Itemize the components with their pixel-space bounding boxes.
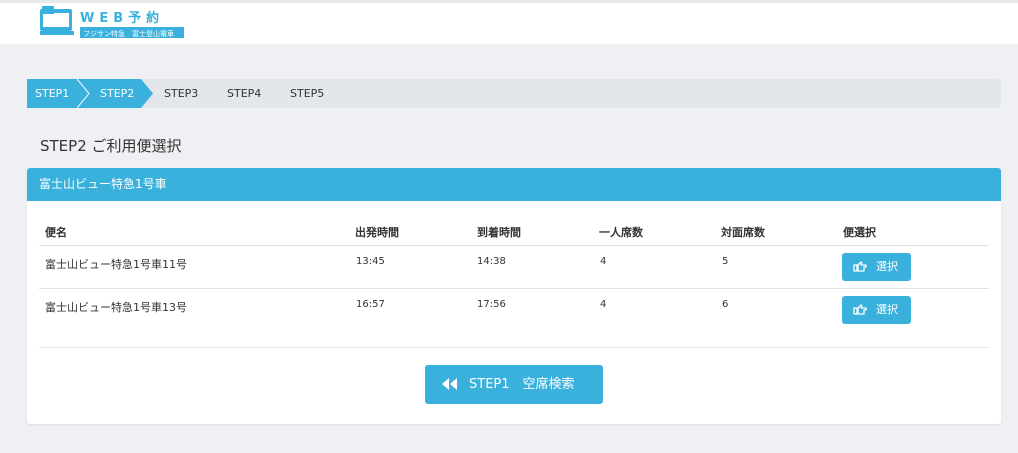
back-to-step1-button[interactable]: STEP1 空席検索 [425, 365, 603, 404]
column-header-single-seats: 一人席数 [599, 226, 643, 239]
select-train-button[interactable]: 選択 [842, 296, 911, 324]
svg-text:フジサン特急 富士登山電車: フジサン特急 富士登山電車 [83, 29, 174, 38]
select-button-label: 選択 [876, 303, 898, 316]
arrive-time: 17:56 [477, 299, 506, 310]
step-2: STEP2 [77, 79, 153, 108]
select-train-button[interactable]: 選択 [842, 253, 911, 281]
divider [39, 347, 989, 348]
single-seat-count: 4 [600, 256, 607, 267]
logo-graphic: WEB予約 フジサン特急 富士登山電車 [40, 6, 184, 38]
table-row: 富士山ビュー特急1号車11号 13:45 14:38 4 5 選択 [39, 245, 989, 288]
step-5: STEP5 [290, 87, 325, 100]
double-left-arrow-icon [442, 378, 457, 390]
table-row: 富士山ビュー特急1号車13号 16:57 17:56 4 6 選択 [39, 288, 989, 331]
facing-seat-count: 5 [722, 256, 729, 267]
select-button-label: 選択 [876, 260, 898, 273]
arrive-time: 14:38 [477, 256, 506, 267]
single-seat-count: 4 [600, 299, 607, 310]
panel-heading: 富士山ビュー特急1号車 [27, 168, 1001, 201]
facing-seat-count: 6 [722, 299, 729, 310]
column-header-select: 便選択 [843, 226, 876, 239]
step-3: STEP3 [164, 87, 199, 100]
pointing-hand-icon [853, 304, 867, 315]
svg-text:WEB予約: WEB予約 [80, 10, 164, 26]
site-header: WEB予約 フジサン特急 富士登山電車 [0, 0, 1018, 44]
column-header-facing-seats: 対面席数 [721, 226, 765, 239]
depart-time: 13:45 [356, 256, 385, 267]
column-header-name: 便名 [45, 226, 67, 239]
pointing-hand-icon [853, 261, 867, 272]
train-name: 富士山ビュー特急1号車11号 [45, 258, 187, 271]
train-name: 富士山ビュー特急1号車13号 [45, 301, 187, 314]
column-header-arrive: 到着時間 [477, 226, 521, 239]
page-title: STEP2 ご利用便選択 [40, 137, 182, 155]
column-header-depart: 出発時間 [355, 226, 399, 239]
step-progress-bar: STEP1 STEP2 STEP3 STEP4 STEP5 [27, 79, 1001, 108]
depart-time: 16:57 [356, 299, 385, 310]
step-4: STEP4 [227, 87, 262, 100]
train-selection-panel: 富士山ビュー特急1号車 便名 出発時間 到着時間 一人席数 対面席数 便選択 富… [27, 168, 1001, 424]
web-reservation-logo[interactable]: WEB予約 フジサン特急 富士登山電車 [38, 5, 188, 41]
back-button-label: STEP1 空席検索 [469, 377, 575, 392]
